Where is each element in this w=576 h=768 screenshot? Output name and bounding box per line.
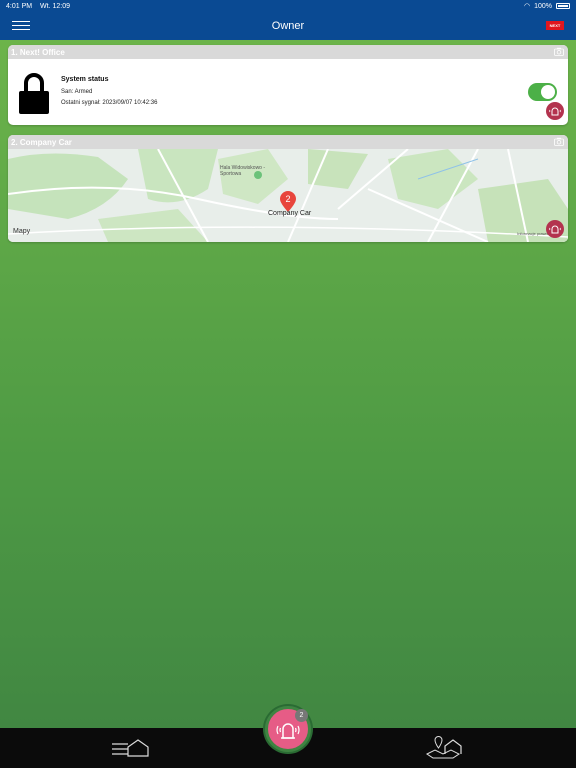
map-attribution: Mapy (13, 228, 31, 235)
siren-icon[interactable] (546, 220, 564, 238)
card-office[interactable]: 1. Next! Office System status San: Armed… (8, 45, 568, 125)
status-date: Wt. 12:09 (40, 2, 70, 10)
camera-icon[interactable] (554, 47, 564, 56)
battery-icon (556, 3, 570, 9)
siren-icon[interactable] (546, 102, 564, 120)
card-title: 1. Next! Office (11, 47, 65, 57)
place-label: Hala Widowiskowo - Sportowa (220, 165, 266, 177)
battery-level: 100% (534, 2, 552, 10)
card-title: 2. Company Car (11, 137, 72, 147)
alarm-badge: 2 (295, 709, 308, 722)
arm-toggle[interactable] (528, 83, 557, 101)
wifi-icon: ◠ (523, 3, 531, 10)
alarm-siren-icon (276, 723, 300, 739)
menu-icon[interactable] (12, 18, 30, 32)
page-title: Owner (271, 20, 305, 32)
pin-label: Company Car (268, 210, 312, 217)
nav-bar: Owner NEXT (0, 12, 576, 40)
brand-logo: NEXT (546, 21, 564, 30)
card-header: 1. Next! Office (8, 45, 568, 59)
toggle-knob (541, 85, 555, 99)
map-view[interactable]: Hala Widowiskowo - Sportowa 2 Company Ca… (8, 149, 568, 242)
status-time: 4:01 PM (6, 2, 33, 10)
status-bar: 4:01 PM Wt. 12:09 ◠ 100% (0, 0, 576, 12)
card-company-car[interactable]: 2. Company Car Hala Widowiskowo - Sporto… (8, 135, 568, 242)
card-header: 2. Company Car (8, 135, 568, 149)
pin-count: 2 (285, 194, 290, 204)
list-house-icon[interactable] (110, 736, 150, 760)
last-signal: Ostatni sygnał: 2023/09/07 10:42:36 (61, 100, 158, 106)
map-house-icon[interactable] (425, 736, 465, 760)
camera-icon[interactable] (554, 137, 564, 146)
lock-icon (19, 73, 49, 114)
system-status-title: System status (61, 76, 109, 83)
system-state: San: Armed (61, 89, 93, 95)
legal-link[interactable]: Informacje prawne (517, 231, 550, 236)
